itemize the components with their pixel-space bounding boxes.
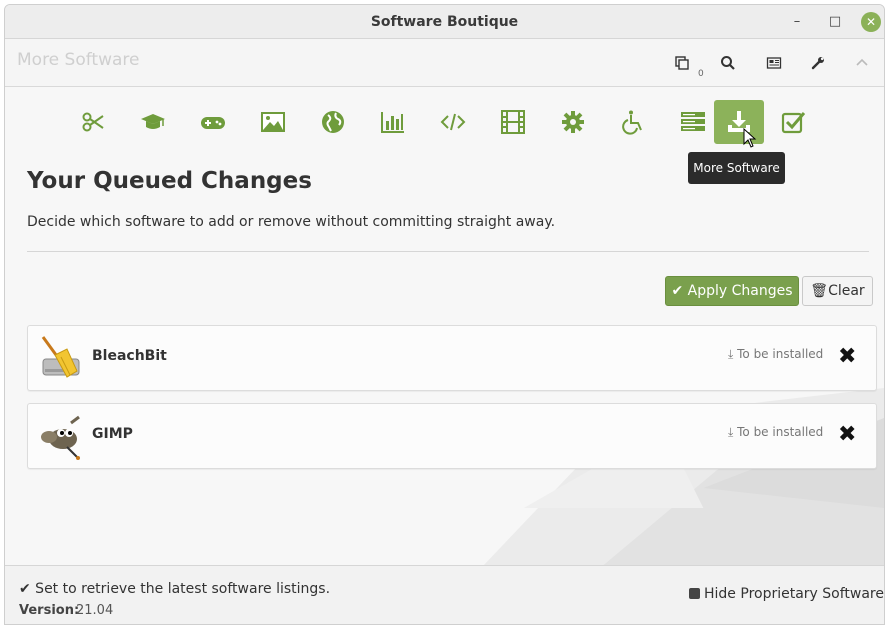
version-value: 21.04 [76,603,114,618]
scissors-icon [82,112,104,132]
category-office[interactable] [369,100,417,144]
status-message: ✔ Set to retrieve the latest software li… [19,581,331,597]
header-toolbar: More Software [5,39,884,87]
queue-row[interactable]: BleachBit ⤓ To be installed ✖ [27,325,877,391]
queue-row[interactable]: GIMP ⤓ To be installed ✖ [27,403,877,469]
wheelchair-icon [622,110,642,135]
image-icon [261,112,285,132]
title-bar: Software Boutique – □ ✕ [5,5,884,39]
hide-proprietary-label: Hide Proprietary Software [704,586,884,602]
chart-icon [381,112,404,133]
window-title: Software Boutique [370,14,519,30]
copy-icon[interactable] [670,51,694,75]
category-internet[interactable] [309,100,357,144]
gear-icon [562,111,584,133]
category-graphics[interactable] [249,100,297,144]
footer-bar: ✔ Set to retrieve the latest software li… [5,565,884,624]
checkbox-icon [689,588,700,599]
remove-icon[interactable]: ✖ [838,422,856,447]
install-status: ⤓ To be installed [728,425,824,439]
search-icon[interactable] [716,51,740,75]
maximize-button[interactable]: □ [825,12,845,32]
globe-icon [322,111,344,133]
category-games[interactable] [189,100,237,144]
app-name: BleachBit [92,348,167,364]
page-title: More Software [17,50,140,70]
chevron-up-icon[interactable] [850,51,874,75]
minimize-button[interactable]: – [787,12,807,32]
apply-changes-button[interactable]: ✔ Apply Changes [665,276,799,306]
app-window: Software Boutique – □ ✕ More Software 0 [4,4,885,625]
code-icon [440,113,466,131]
server-icon [681,112,705,131]
category-education[interactable] [129,100,177,144]
category-media[interactable] [489,100,537,144]
category-installed[interactable] [769,100,817,144]
mouse-cursor-icon [743,128,757,148]
clear-button[interactable]: 🗑Clear [802,276,873,306]
main-content: More Software Your Queued Changes Decide… [5,88,884,565]
bleachbit-icon [41,336,80,378]
category-servers[interactable] [669,100,717,144]
news-icon[interactable] [762,51,786,75]
checkbox-icon [781,112,806,134]
remove-icon[interactable]: ✖ [838,344,856,369]
category-accessibility[interactable] [609,100,657,144]
category-accessories[interactable] [69,100,117,144]
app-name: GIMP [92,426,133,442]
hide-proprietary-toggle[interactable]: Hide Proprietary Software [689,586,884,602]
film-icon [501,110,525,134]
queue-count-badge: 0 [698,69,704,79]
queued-changes-description: Decide which software to add or remove w… [27,214,556,230]
version-label: Version: [19,603,80,618]
divider [27,251,869,252]
wrench-icon[interactable] [806,51,830,75]
graduation-cap-icon [141,114,165,129]
category-programming[interactable] [429,100,477,144]
gimp-icon [41,415,80,460]
close-button[interactable]: ✕ [861,12,881,32]
category-system[interactable] [549,100,597,144]
tooltip: More Software [688,152,785,184]
queued-changes-heading: Your Queued Changes [27,168,312,194]
install-status: ⤓ To be installed [728,347,824,361]
gamepad-icon [201,117,225,129]
